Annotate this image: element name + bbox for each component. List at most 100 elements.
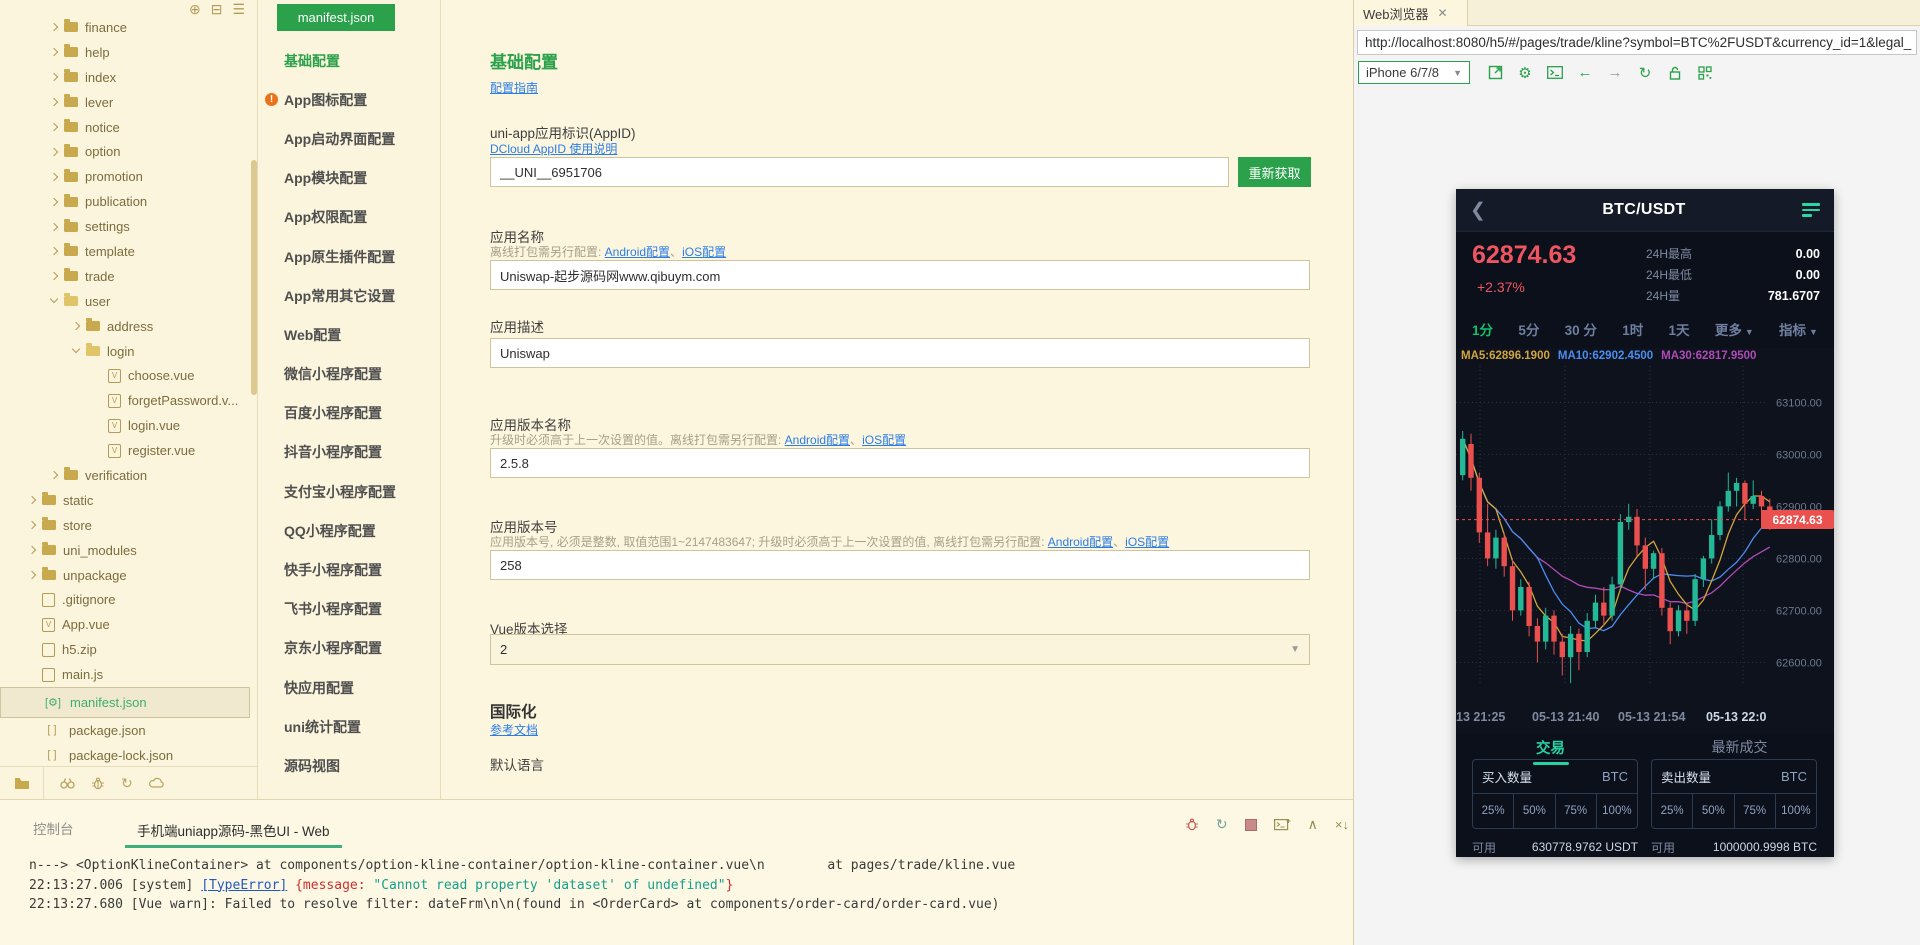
percent-button-50%[interactable]: 50%	[1693, 794, 1735, 828]
manifest-menu-item[interactable]: App模块配置	[258, 159, 440, 198]
tree-item-unpackage[interactable]: unpackage	[0, 563, 250, 588]
browser-url-input[interactable]: http://localhost:8080/h5/#/pages/trade/k…	[1357, 30, 1917, 55]
restart-icon[interactable]: ↻	[1216, 816, 1228, 833]
close-icon[interactable]: ✕	[1438, 6, 1448, 20]
tree-item-store[interactable]: store	[0, 513, 250, 538]
open-external-icon[interactable]	[1480, 65, 1510, 80]
version-code-input[interactable]: 258	[490, 550, 1310, 580]
ios-config-link3[interactable]: iOS配置	[1125, 535, 1169, 549]
chevron-right-icon[interactable]	[48, 469, 64, 481]
manifest-menu-item[interactable]: App原生插件配置	[258, 237, 440, 276]
android-config-link2[interactable]: Android配置	[785, 433, 850, 447]
manifest-menu-item[interactable]: 京东小程序配置	[258, 629, 440, 668]
tree-item-.gitignore[interactable]: .gitignore	[0, 587, 250, 612]
manifest-file-tab[interactable]: manifest.json	[277, 4, 395, 31]
tree-item-unimodules[interactable]: uni_modules	[0, 538, 250, 563]
timeframe-1天[interactable]: 1天	[1669, 319, 1690, 339]
tree-item-h5.zip[interactable]: h5.zip	[0, 637, 250, 662]
chevron-right-icon[interactable]	[48, 121, 64, 133]
tree-item-user[interactable]: user	[0, 289, 250, 314]
percent-button-75%[interactable]: 75%	[1735, 794, 1776, 828]
manifest-menu-item[interactable]: Web配置	[258, 315, 440, 354]
manifest-menu-item[interactable]: 源码视图	[258, 746, 440, 785]
dcloud-appid-doc-link[interactable]: DCloud AppID 使用说明	[490, 142, 617, 156]
app-name-input[interactable]: Uniswap-起步源码网www.qibuym.com	[490, 260, 1310, 290]
percent-button-100%[interactable]: 100%	[1597, 794, 1637, 828]
qr-code-icon[interactable]	[1690, 65, 1720, 80]
manifest-menu-item[interactable]: 百度小程序配置	[258, 394, 440, 433]
chevron-right-icon[interactable]	[48, 96, 64, 108]
tree-item-forgetPassword.v...[interactable]: VforgetPassword.v...	[0, 388, 250, 413]
tree-item-login[interactable]: login	[0, 339, 250, 364]
collapse-panel-icon[interactable]: ∧	[1308, 816, 1318, 833]
percent-button-100%[interactable]: 100%	[1776, 794, 1816, 828]
tab-trade[interactable]: 交易	[1536, 737, 1565, 758]
chevron-right-icon[interactable]	[48, 196, 64, 208]
tree-item-package.json[interactable]: [ ] package.json	[0, 718, 250, 743]
back-chevron-icon[interactable]: ❮	[1470, 199, 1486, 222]
kline-chart-svg[interactable]: 63100.0063000.0062900.0062800.0062700.00…	[1456, 366, 1834, 696]
timeframe-30 分[interactable]: 30 分	[1565, 319, 1597, 339]
tree-item-static[interactable]: static	[0, 488, 250, 513]
manifest-menu-item[interactable]: 支付宝小程序配置	[258, 472, 440, 511]
tree-item-lever[interactable]: lever	[0, 90, 250, 115]
ios-config-link[interactable]: iOS配置	[682, 245, 726, 259]
manifest-menu-item[interactable]: 快手小程序配置	[258, 550, 440, 589]
manifest-menu-item[interactable]: 快应用配置	[258, 668, 440, 707]
tree-item-finance[interactable]: finance	[0, 15, 250, 40]
manifest-menu-item[interactable]: App常用其它设置	[258, 276, 440, 315]
tree-item-promotion[interactable]: promotion	[0, 164, 250, 189]
chevron-right-icon[interactable]	[26, 544, 42, 556]
stop-icon[interactable]	[1244, 818, 1257, 831]
tree-item-settings[interactable]: settings	[0, 214, 250, 239]
market-list-icon[interactable]	[1802, 203, 1820, 217]
chevron-right-icon[interactable]	[48, 46, 64, 58]
tree-item-trade[interactable]: trade	[0, 264, 250, 289]
manifest-menu-item[interactable]: ! App图标配置	[258, 80, 440, 119]
tree-item-verification[interactable]: verification	[0, 463, 250, 488]
devtools-console-icon[interactable]	[1540, 66, 1570, 79]
manifest-menu-item[interactable]: uni统计配置	[258, 707, 440, 746]
percent-button-75%[interactable]: 75%	[1556, 794, 1597, 828]
tree-item-option[interactable]: option	[0, 139, 250, 164]
refresh-project-icon[interactable]: ↻	[121, 775, 133, 792]
manifest-menu-item[interactable]: 抖音小程序配置	[258, 433, 440, 472]
forward-icon[interactable]: →	[1600, 64, 1630, 81]
android-config-link[interactable]: Android配置	[605, 245, 670, 259]
tree-item-template[interactable]: template	[0, 239, 250, 264]
timeframe-1时[interactable]: 1时	[1622, 319, 1643, 339]
chevron-right-icon[interactable]	[48, 245, 64, 257]
chevron-right-icon[interactable]	[48, 221, 64, 233]
manifest-menu-item[interactable]: 基础配置	[258, 41, 440, 80]
vue-version-select[interactable]: 2 ▼	[490, 634, 1310, 665]
appid-input[interactable]: __UNI__6951706	[490, 157, 1229, 187]
tree-item-manifest.json[interactable]: [⚙] manifest.json	[0, 687, 250, 719]
settings-gear-icon[interactable]: ⚙	[1510, 64, 1540, 82]
buy-amount-input[interactable]: 买入数量	[1482, 767, 1532, 786]
tab-recent-trades[interactable]: 最新成交	[1712, 737, 1768, 757]
debug-bug-icon[interactable]	[91, 777, 105, 790]
refresh-appid-button[interactable]: 重新获取	[1238, 157, 1311, 187]
lock-icon[interactable]	[1660, 66, 1690, 80]
cloud-sync-icon[interactable]	[148, 777, 165, 789]
tree-item-login.vue[interactable]: Vlogin.vue	[0, 413, 250, 438]
tree-item-publication[interactable]: publication	[0, 189, 250, 214]
sell-amount-input[interactable]: 卖出数量	[1661, 767, 1711, 786]
tree-item-register.vue[interactable]: Vregister.vue	[0, 438, 250, 463]
manifest-menu-item[interactable]: 微信小程序配置	[258, 355, 440, 394]
percent-button-25%[interactable]: 25%	[1652, 794, 1694, 828]
android-config-link3[interactable]: Android配置	[1048, 535, 1113, 549]
timeframe-1分[interactable]: 1分	[1472, 319, 1493, 339]
chevron-down-icon[interactable]	[70, 345, 86, 357]
manifest-menu-item[interactable]: QQ小程序配置	[258, 511, 440, 550]
tree-item-App.vue[interactable]: V App.vue	[0, 612, 250, 637]
chevron-right-icon[interactable]	[48, 171, 64, 183]
tree-item-help[interactable]: help	[0, 40, 250, 65]
chevron-right-icon[interactable]	[26, 494, 42, 506]
manifest-menu-item[interactable]: App权限配置	[258, 198, 440, 237]
chevron-right-icon[interactable]	[48, 71, 64, 83]
app-desc-input[interactable]: Uniswap	[490, 338, 1310, 368]
config-guide-link[interactable]: 配置指南	[490, 81, 538, 95]
dropdown-更多[interactable]: 更多 ▼	[1715, 319, 1754, 339]
tree-item-index[interactable]: index	[0, 65, 250, 90]
